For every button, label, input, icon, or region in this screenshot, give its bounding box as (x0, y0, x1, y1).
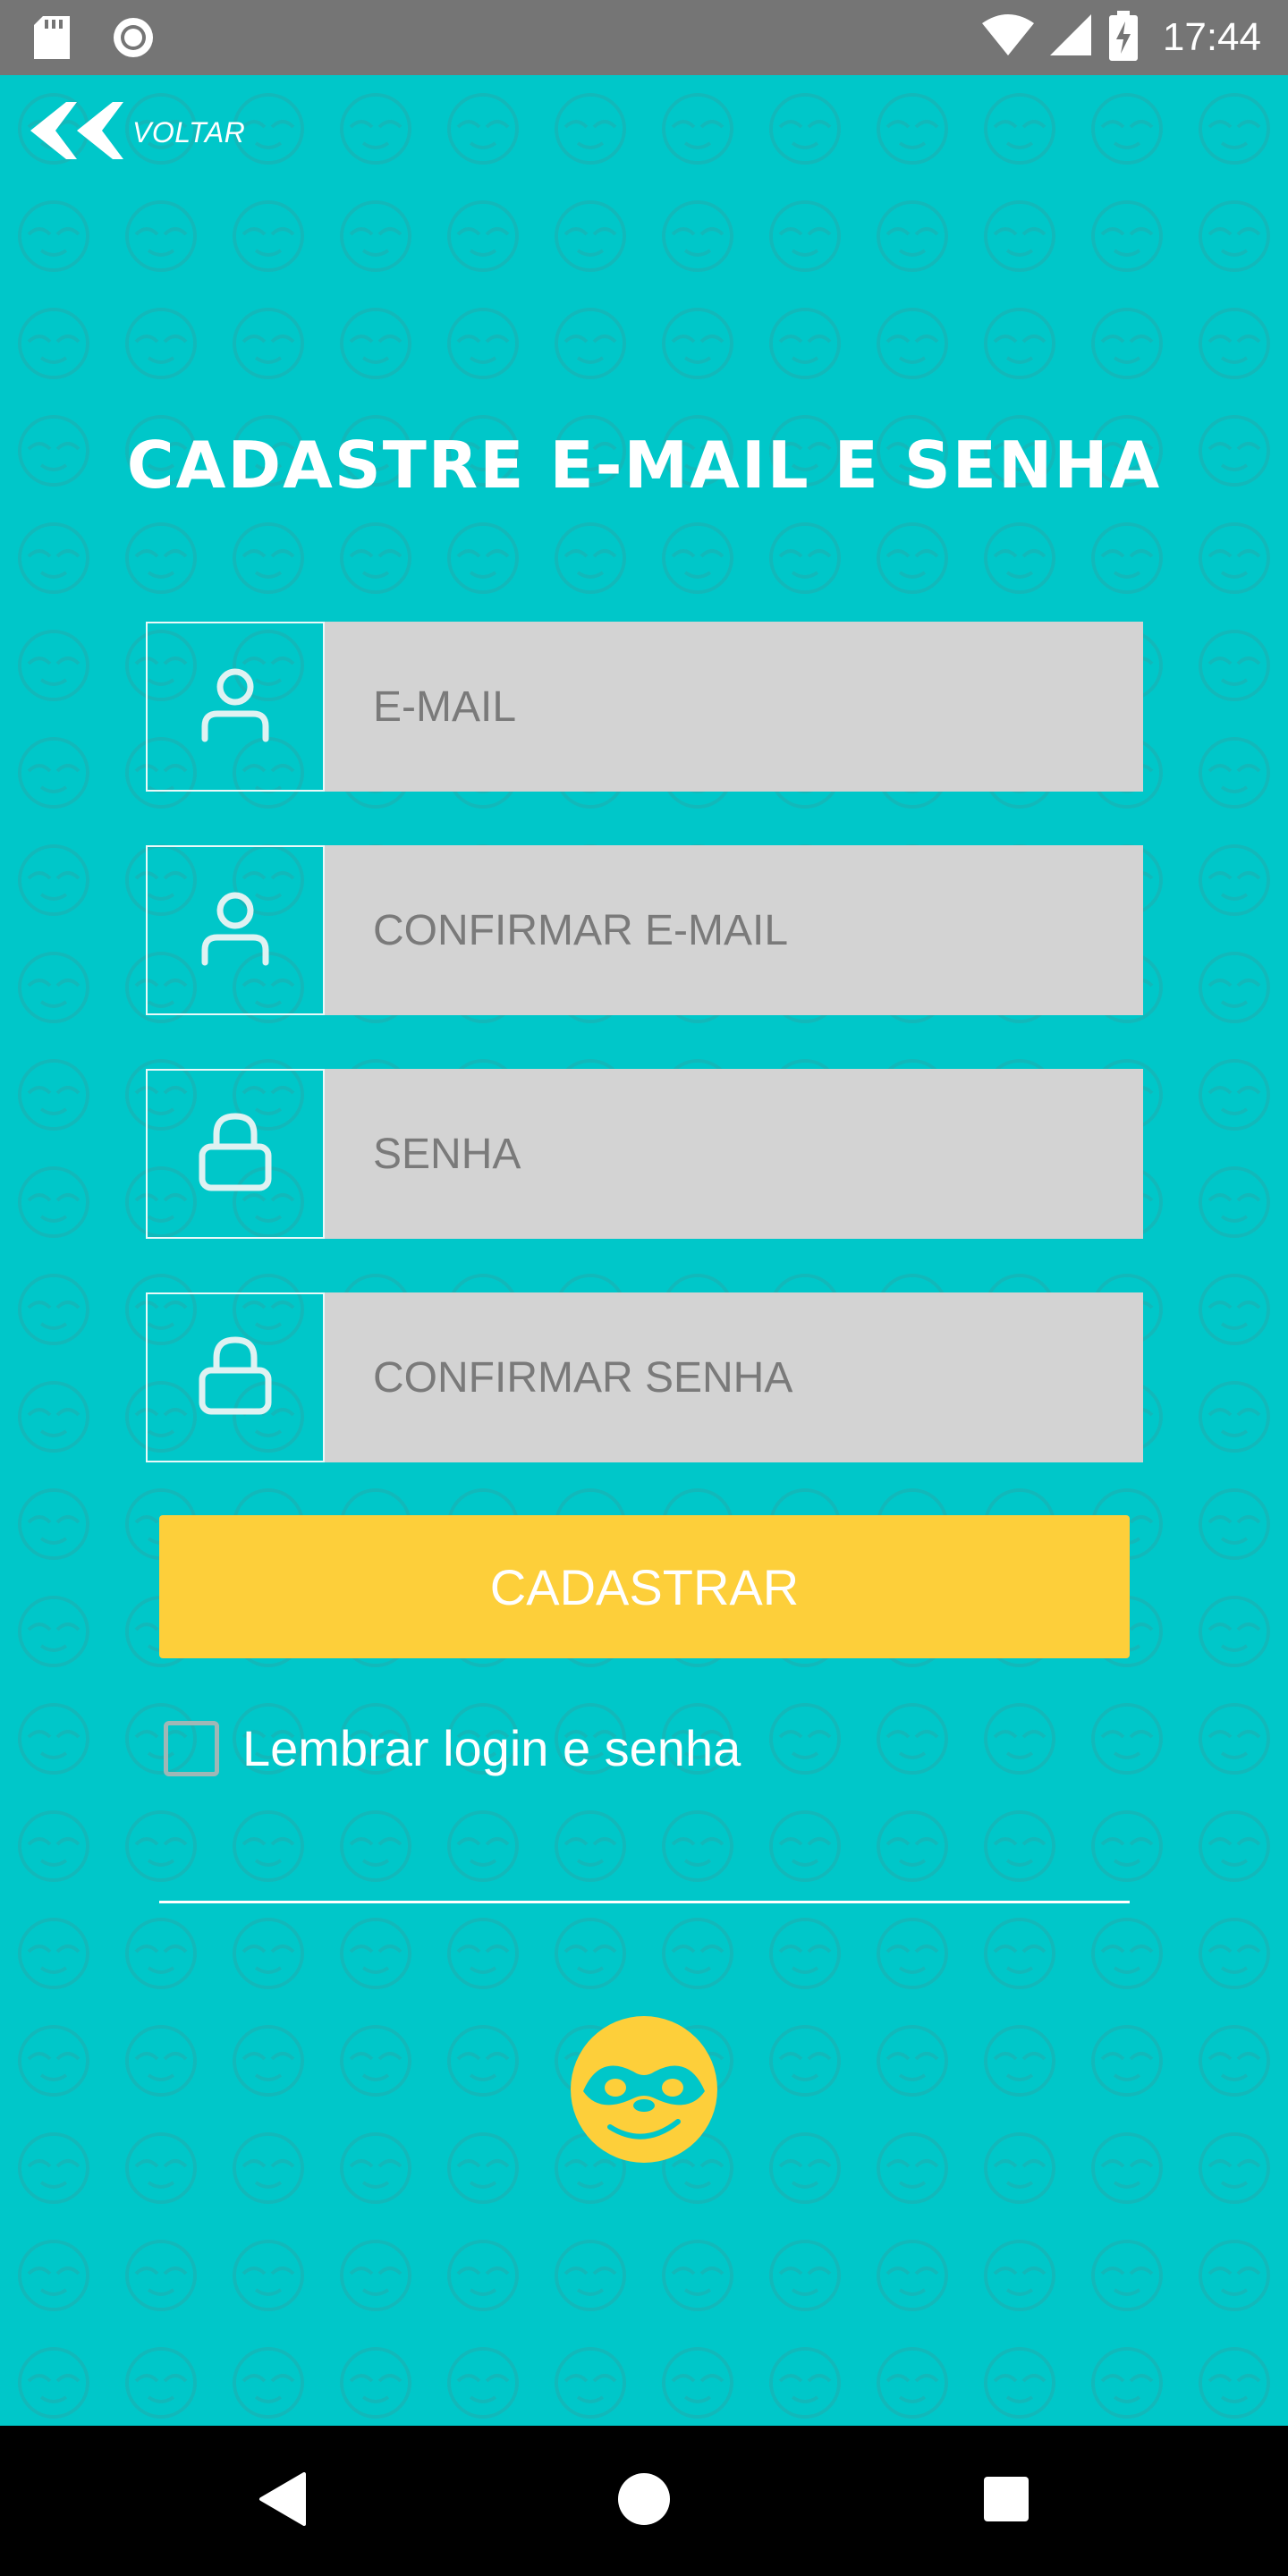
sloth-face-icon (564, 2009, 724, 2170)
user-icon (199, 891, 271, 970)
user-icon (199, 667, 271, 746)
circle-record-icon (111, 15, 156, 64)
status-bar: 17:44 (0, 0, 1288, 75)
recents-square-icon (982, 2475, 1030, 2527)
confirm-email-icon-box (146, 845, 325, 1015)
lock-icon (199, 1113, 272, 1195)
remember-login-option[interactable]: Lembrar login e senha (164, 1719, 741, 1777)
nav-back-button[interactable] (246, 2465, 318, 2537)
status-clock: 17:44 (1162, 15, 1261, 59)
confirm-email-input[interactable] (325, 845, 1143, 1015)
remember-label: Lembrar login e senha (242, 1720, 741, 1776)
status-right-icons: 17:44 (981, 0, 1261, 75)
confirm-email-field-group (146, 845, 1143, 1015)
lock-icon (199, 1336, 272, 1419)
password-input[interactable] (325, 1069, 1143, 1239)
password-icon-box (146, 1069, 325, 1239)
navigation-bar (0, 2426, 1288, 2576)
home-circle-icon (617, 2472, 671, 2529)
app-screen: VOLTAR CADASTRE E-MAIL E SENHA E-MAIL CO… (0, 75, 1288, 2426)
remember-checkbox[interactable] (164, 1720, 219, 1776)
confirm-password-field-group (146, 1292, 1143, 1462)
back-button[interactable]: VOLTAR (30, 102, 245, 163)
double-chevron-left-icon (30, 102, 123, 163)
wifi-icon (981, 14, 1034, 61)
password-field-group (146, 1069, 1143, 1239)
page-title: CADASTRE E-MAIL E SENHA (126, 428, 1162, 503)
sd-card-icon (34, 16, 70, 63)
battery-charging-icon (1108, 11, 1138, 64)
status-left-icons (34, 15, 156, 64)
confirm-password-input[interactable] (325, 1292, 1143, 1462)
cadastrar-button[interactable]: CADASTRAR (159, 1515, 1130, 1658)
back-triangle-icon (258, 2472, 306, 2529)
back-label: VOLTAR (132, 115, 246, 148)
confirm-password-icon-box (146, 1292, 325, 1462)
divider (159, 1901, 1130, 1903)
email-icon-box (146, 622, 325, 792)
nav-recents-button[interactable] (970, 2465, 1042, 2537)
nav-home-button[interactable] (608, 2465, 680, 2537)
signal-icon (1049, 14, 1093, 61)
email-field-group (146, 622, 1143, 792)
email-input[interactable] (325, 622, 1143, 792)
